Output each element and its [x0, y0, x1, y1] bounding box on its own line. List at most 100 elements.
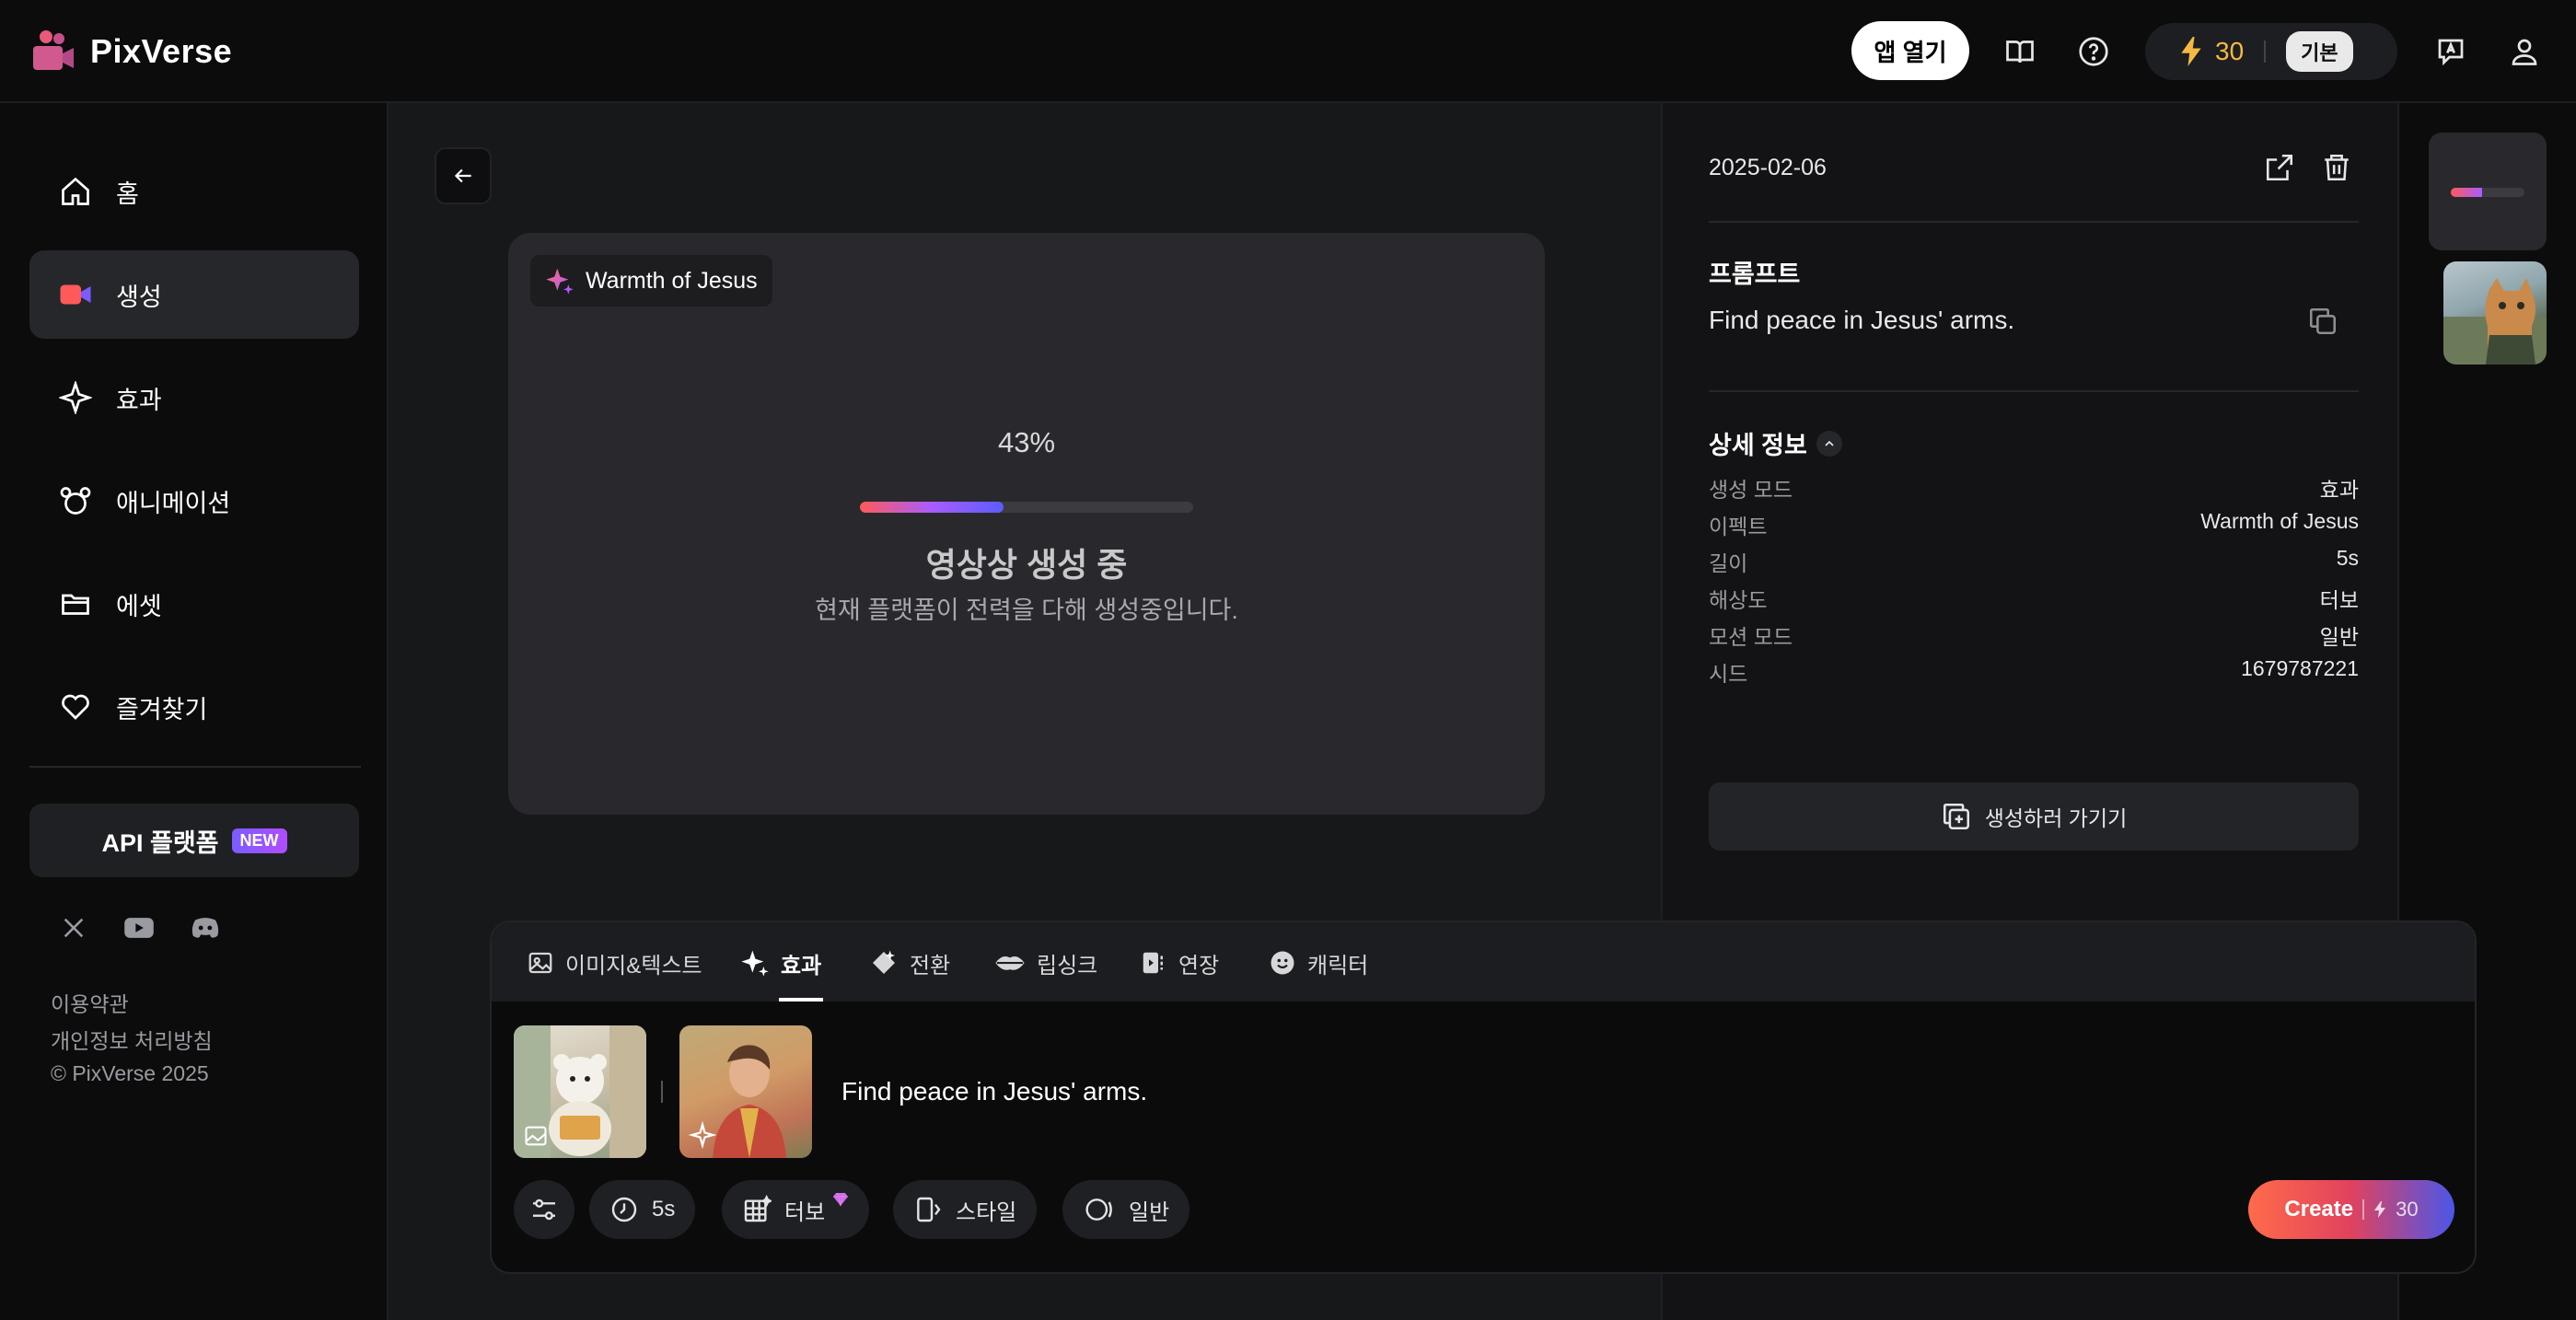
discord-icon[interactable] [187, 909, 224, 946]
tab-extend[interactable]: 연장 [1140, 943, 1219, 983]
sidebar-item-favorites[interactable]: 즐겨찾기 [29, 663, 359, 751]
progress-bar-fill [860, 502, 1004, 513]
credits-count: 30 [2215, 37, 2245, 65]
sidebar-item-assets[interactable]: 에셋 [29, 560, 359, 648]
detail-row-mode: 생성 모드 효과 [1709, 472, 2359, 504]
tab-label: 캐릭터 [1307, 953, 1369, 978]
tab-label: 립싱크 [1037, 953, 1098, 978]
user-icon[interactable] [2504, 31, 2545, 72]
sparkle-icon [546, 268, 574, 295]
motion-label: 일반 [1129, 1199, 1170, 1225]
sidebar-item-label: 생성 [116, 283, 162, 311]
add-copy-icon [1943, 803, 1969, 830]
detail-row-length: 길이 5s [1709, 546, 2359, 577]
sidebar-item-label: 애니메이션 [116, 489, 231, 517]
trash-icon[interactable] [2318, 149, 2355, 186]
image-icon [528, 952, 552, 974]
quality-button[interactable]: 터보 [722, 1180, 870, 1239]
divider [1709, 221, 2359, 223]
history-item-generating[interactable] [2429, 133, 2547, 250]
sparkle-icon [57, 379, 94, 416]
history-item-thumbnail[interactable] [2443, 261, 2547, 365]
prompt-input[interactable]: Find peace in Jesus' arms. [841, 1077, 1147, 1106]
reference-image-bear[interactable] [514, 1025, 646, 1158]
mini-progress-bar [2451, 188, 2524, 197]
api-platform-button[interactable]: API 플랫폼 NEW [29, 804, 359, 877]
detail-value: 1679787221 [2241, 656, 2359, 680]
camera-icon [57, 276, 94, 313]
privacy-link[interactable]: 개인정보 처리방침 [51, 1024, 213, 1055]
detail-row-effect: 이펙트 Warmth of Jesus [1709, 509, 2359, 540]
feedback-icon[interactable] [2431, 31, 2471, 72]
credits-divider [2264, 41, 2267, 63]
turbo-image-icon [744, 1195, 772, 1222]
goto-create-button[interactable]: 생성하러 가기기 [1709, 782, 2359, 851]
back-button[interactable] [435, 147, 492, 204]
terms-link[interactable]: 이용약관 [51, 987, 129, 1018]
chevron-up-icon [1816, 430, 1842, 457]
book-icon[interactable] [2000, 31, 2040, 72]
detail-key: 시드 [1709, 662, 1748, 686]
detail-key: 생성 모드 [1709, 478, 1793, 502]
top-header: PixVerse 앱 열기 30 기본 [0, 0, 2576, 103]
detail-value: Warmth of Jesus [2200, 509, 2359, 533]
detail-info-toggle[interactable]: 상세 정보 [1709, 425, 1842, 461]
detail-key: 해상도 [1709, 588, 1768, 612]
effect-tag-label: Warmth of Jesus [586, 267, 758, 294]
detail-info-title: 상세 정보 [1709, 432, 1807, 459]
extend-icon [1143, 952, 1163, 974]
detail-date: 2025-02-06 [1709, 155, 1827, 180]
tab-effects[interactable]: 효과 [740, 943, 821, 983]
credits-pill[interactable]: 30 기본 [2145, 23, 2397, 80]
tab-character[interactable]: 캐릭터 [1269, 943, 1368, 983]
progress-percent: 43% [997, 426, 1056, 458]
create-button[interactable]: Create 30 [2248, 1180, 2454, 1239]
sidebar-divider [29, 766, 361, 768]
logo[interactable]: PixVerse [29, 28, 232, 75]
share-icon[interactable] [2261, 149, 2298, 186]
composer-tabs: 이미지&텍스트 효과 전환 립싱크 연장 캐릭터 [492, 922, 2475, 1002]
quality-label: 터보 [784, 1199, 826, 1225]
detail-row-resolution: 해상도 터보 [1709, 583, 2359, 614]
youtube-icon[interactable] [121, 909, 157, 946]
create-divider [2362, 1199, 2365, 1220]
motion-icon [1085, 1198, 1112, 1221]
help-icon[interactable] [2073, 31, 2114, 72]
open-app-button[interactable]: 앱 열기 [1851, 21, 1969, 80]
sidebar-item-effects[interactable]: 효과 [29, 353, 359, 442]
effect-tag: Warmth of Jesus [530, 255, 772, 307]
detail-key: 이펙트 [1709, 515, 1768, 538]
api-platform-label: API 플랫폼 [101, 828, 219, 857]
tab-image-text[interactable]: 이미지&텍스트 [527, 943, 702, 983]
style-button[interactable]: 스타일 [893, 1180, 1038, 1239]
tab-label: 이미지&텍스트 [565, 953, 702, 978]
mouse-icon [57, 482, 94, 519]
logo-text: PixVerse [90, 32, 233, 70]
active-tab-indicator [779, 998, 823, 1002]
detail-value: 터보 [2319, 588, 2359, 612]
settings-button[interactable] [514, 1180, 574, 1239]
tab-label: 연장 [1178, 953, 1220, 978]
detail-key: 길이 [1709, 551, 1748, 575]
divider [1709, 390, 2359, 392]
detail-key: 모션 모드 [1709, 625, 1793, 649]
sidebar-item-create[interactable]: 생성 [29, 250, 359, 339]
image-divider [661, 1081, 663, 1103]
duration-button[interactable]: 5s [589, 1180, 696, 1239]
motion-button[interactable]: 일반 [1062, 1180, 1190, 1239]
detail-row-seed: 시드 1679787221 [1709, 656, 2359, 688]
effect-preview-image[interactable] [679, 1025, 812, 1158]
sidebar-item-animation[interactable]: 애니메이션 [29, 457, 359, 545]
copy-icon[interactable] [2307, 306, 2344, 342]
image-badge-icon [525, 1126, 547, 1146]
new-badge: NEW [231, 828, 287, 853]
sidebar-item-home[interactable]: 홈 [29, 147, 359, 236]
cat-image [2443, 278, 2547, 365]
smile-icon [1271, 951, 1294, 975]
tab-label: 전환 [910, 953, 951, 978]
progress-title: 영상상 생성 중 [925, 546, 1128, 584]
tab-lipsync[interactable]: 립싱크 [994, 943, 1097, 983]
x-icon[interactable] [55, 909, 92, 946]
tab-transition[interactable]: 전환 [869, 943, 950, 983]
style-label: 스타일 [956, 1199, 1017, 1225]
